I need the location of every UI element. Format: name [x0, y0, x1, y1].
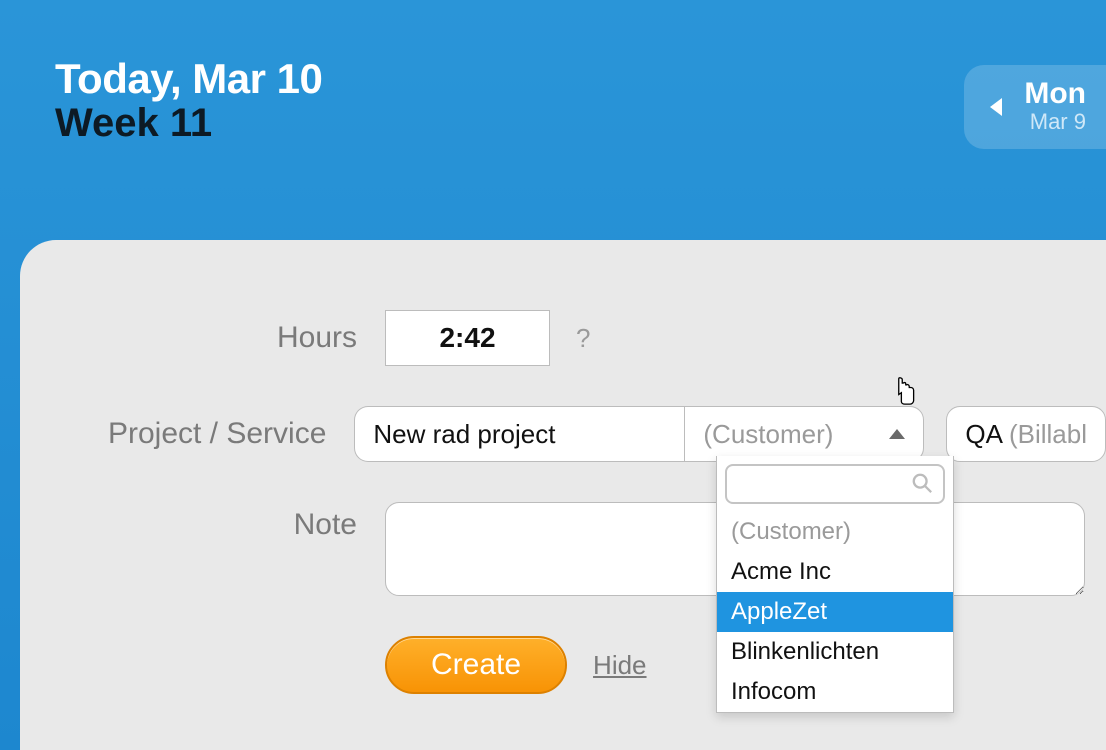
dropdown-option[interactable]: Blinkenlichten	[717, 632, 953, 672]
dropdown-option[interactable]: Acme Inc	[717, 552, 953, 592]
title-week: Week 11	[55, 101, 1051, 146]
dropdown-option-placeholder: (Customer)	[717, 512, 953, 552]
service-suffix: (Billabl	[1009, 419, 1087, 450]
prev-day-date: Mar 9	[1024, 109, 1086, 135]
customer-placeholder: (Customer)	[703, 419, 833, 450]
chevron-up-icon	[889, 429, 905, 439]
customer-dropdown: (Customer) Acme Inc AppleZet Blinkenlich…	[716, 456, 954, 713]
project-label: Project / Service	[20, 417, 354, 451]
chevron-left-icon	[990, 98, 1002, 116]
service-name: QA	[965, 419, 1003, 450]
project-input[interactable]	[354, 406, 684, 462]
note-label: Note	[20, 502, 385, 542]
help-icon[interactable]: ?	[576, 323, 590, 354]
dropdown-search-input[interactable]	[725, 464, 945, 504]
dropdown-option[interactable]: AppleZet	[717, 592, 953, 632]
service-select[interactable]: QA (Billabl	[946, 406, 1106, 462]
customer-select[interactable]: (Customer)	[684, 406, 924, 462]
hide-link[interactable]: Hide	[593, 650, 646, 681]
hours-label: Hours	[20, 321, 385, 355]
hours-input[interactable]	[385, 310, 550, 366]
prev-day-dow: Mon	[1024, 79, 1086, 109]
title-today: Today, Mar 10	[55, 55, 1051, 103]
dropdown-option[interactable]: Infocom	[717, 672, 953, 712]
entry-card: Hours ? Project / Service (Customer) QA …	[20, 240, 1106, 750]
prev-day-button[interactable]: Mon Mar 9	[964, 65, 1106, 149]
create-button[interactable]: Create	[385, 636, 567, 694]
